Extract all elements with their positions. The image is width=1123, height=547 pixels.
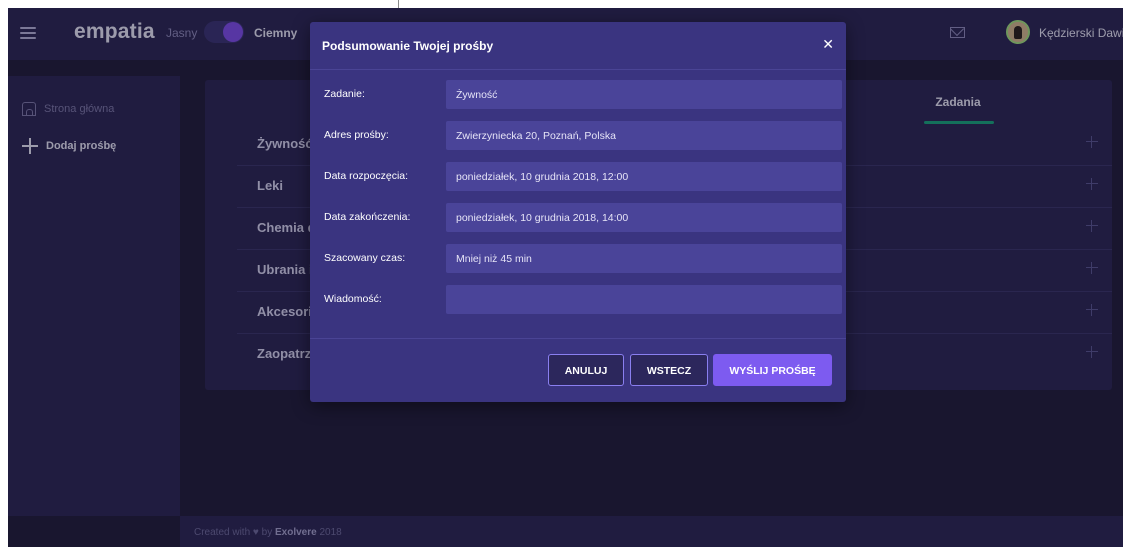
modal-title: Podsumowanie Twojej prośby	[322, 39, 494, 53]
close-icon[interactable]: ✕	[822, 37, 834, 51]
app-window: empatia Jasny Ciemny Kędzierski Dawid St…	[8, 8, 1123, 547]
field-label: Wiadomość:	[324, 293, 382, 305]
field-label: Szacowany czas:	[324, 252, 406, 264]
back-button[interactable]: WSTECZ	[630, 354, 708, 386]
field-value	[446, 285, 842, 314]
summary-field-address: Adres prośby: Zwierzyniecka 20, Poznań, …	[310, 121, 846, 153]
cancel-button[interactable]: ANULUJ	[548, 354, 624, 386]
summary-field-message: Wiadomość:	[310, 285, 846, 317]
send-request-button[interactable]: WYŚLIJ PROŚBĘ	[713, 354, 832, 386]
modal-divider	[310, 338, 846, 339]
summary-field-end-date: Data zakończenia: poniedziałek, 10 grudn…	[310, 203, 846, 235]
field-label: Adres prośby:	[324, 129, 389, 141]
field-label: Zadanie:	[324, 88, 365, 100]
field-label: Data zakończenia:	[324, 211, 411, 223]
summary-field-task: Zadanie: Żywność	[310, 80, 846, 112]
field-value: Żywność	[446, 80, 842, 109]
field-value: poniedziałek, 10 grudnia 2018, 12:00	[446, 162, 842, 191]
summary-modal: Podsumowanie Twojej prośby ✕ Zadanie: Ży…	[310, 22, 846, 402]
field-value: Mniej niż 45 min	[446, 244, 842, 273]
summary-field-start-date: Data rozpoczęcia: poniedziałek, 10 grudn…	[310, 162, 846, 194]
field-label: Data rozpoczęcia:	[324, 170, 409, 182]
field-value: poniedziałek, 10 grudnia 2018, 14:00	[446, 203, 842, 232]
modal-header: Podsumowanie Twojej prośby ✕	[310, 22, 846, 70]
summary-field-duration: Szacowany czas: Mniej niż 45 min	[310, 244, 846, 276]
field-value: Zwierzyniecka 20, Poznań, Polska	[446, 121, 842, 150]
